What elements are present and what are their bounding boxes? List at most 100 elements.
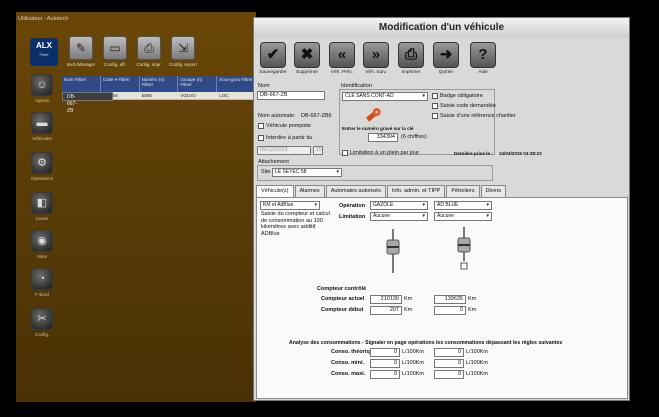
table-row[interactable]: DB-667-ZB bbox=[62, 92, 114, 114]
logo-text: ALX bbox=[36, 41, 52, 50]
grid-cell bbox=[95, 93, 103, 100]
tab-alarmes[interactable]: Alarmes bbox=[294, 185, 325, 197]
operation-2-value: AD BLUE bbox=[437, 202, 459, 208]
operation-1-select[interactable]: GAZOLE ▾ bbox=[370, 201, 428, 210]
tab-info-admin[interactable]: Info. admin. et TIPP bbox=[386, 185, 446, 197]
next-label: Véh. Suiv. bbox=[365, 70, 387, 75]
grid-header-cell[interactable]: Code ▾ Filtrer bbox=[101, 76, 140, 92]
key-hint: Entrer le numéro gravé sur la clé bbox=[342, 126, 414, 131]
delete-button[interactable]: ✖ Supprimer bbox=[290, 42, 324, 75]
grid-cell: LOC bbox=[219, 93, 229, 98]
km-unit: Km bbox=[468, 296, 477, 302]
compteur-actuel-2-input[interactable]: 139635 bbox=[434, 295, 466, 304]
operation-2-select[interactable]: AD BLUE ▾ bbox=[434, 201, 492, 210]
chevron-down-icon: ▾ bbox=[336, 169, 339, 175]
vehicule-pompiste-checkbox[interactable] bbox=[258, 123, 264, 129]
tab-vehicules[interactable]: Véhicule(s) bbox=[256, 185, 294, 197]
conso-theorique-2-input[interactable]: 0 bbox=[434, 348, 464, 357]
toolbar-invit-manager-button[interactable]: ✎ Invit./Manager bbox=[66, 36, 96, 76]
key-type-select[interactable]: CLE SANS CONT-AD ▾ bbox=[342, 92, 428, 101]
sidebar-item-vehicules[interactable]: ▬ Véhicules bbox=[28, 112, 56, 141]
km-unit: Km bbox=[404, 296, 413, 302]
sidebar-item-fbord[interactable]: ◔ F-Bord bbox=[28, 268, 56, 297]
saisie-code-checkbox[interactable] bbox=[432, 103, 438, 109]
unit-label: L/100Km bbox=[402, 349, 425, 355]
previous-vehicle-button[interactable]: « Véh. Préc. bbox=[325, 42, 359, 75]
tab-divers[interactable]: Divers bbox=[480, 185, 507, 197]
grid-header-cell[interactable]: Numéro (n) Filtrer bbox=[140, 76, 179, 92]
tab-petroliers[interactable]: Pétroliers bbox=[446, 185, 480, 197]
unit-label: L/100Km bbox=[466, 371, 489, 377]
conso-maxi-1-input[interactable]: 0 bbox=[370, 370, 400, 379]
sidebar-item-sites[interactable]: ◉ Sites bbox=[28, 230, 56, 259]
vehicle-edit-window: Modification d'un véhicule ✔ Sauvegarder… bbox=[253, 17, 630, 401]
sidebar-item-cuves[interactable]: ◧ Cuves bbox=[28, 192, 56, 221]
compteur-description: Saisie du compteur et calcul de consomma… bbox=[261, 211, 330, 237]
key-type-value: CLE SANS CONT-AD bbox=[345, 93, 394, 99]
help-label: Aide bbox=[478, 70, 488, 75]
key-suffix: (6 chiffres) bbox=[401, 134, 427, 140]
compteur-controle-2-toggle[interactable] bbox=[456, 226, 472, 272]
nom-input[interactable]: DB-667-ZB bbox=[257, 91, 325, 100]
derniere-prise-value: 24/04/2015 04:38:23 bbox=[499, 151, 542, 156]
chevron-down-icon: ▾ bbox=[314, 202, 317, 208]
globe-icon: ◉ bbox=[31, 230, 53, 252]
window-title: Modification d'un véhicule bbox=[254, 18, 629, 38]
interdire-checkbox[interactable] bbox=[258, 135, 264, 141]
interdire-label: Interdire à partir du bbox=[266, 135, 313, 141]
sidebar-item-operations[interactable]: ⚙ Opérations bbox=[28, 152, 56, 181]
saisie-ref-checkbox[interactable] bbox=[432, 113, 438, 119]
limitation-2-value: Aucune bbox=[437, 213, 454, 219]
printer-icon: ⎙ bbox=[398, 42, 424, 68]
interdire-date-input[interactable]: 09/12/2013 bbox=[257, 146, 311, 155]
compteur-debut-label: Compteur début bbox=[321, 307, 364, 313]
toolbar-config-impr-button[interactable]: ⎙ Config. impr. bbox=[134, 36, 164, 76]
print-button[interactable]: ⎙ Imprimer bbox=[394, 42, 428, 75]
compteur-debut-1-input[interactable]: 207 bbox=[370, 306, 402, 315]
grid-header-cell[interactable]: Nom Filtrer bbox=[62, 76, 101, 92]
compteur-type-select[interactable]: KM et AdBlue ▾ bbox=[260, 201, 320, 210]
chevron-down-icon: ▾ bbox=[486, 213, 489, 219]
badge-checkbox[interactable] bbox=[432, 93, 438, 99]
conso-mini-1-input[interactable]: 0 bbox=[370, 359, 400, 368]
toolbar-config-export-button[interactable]: ⇲ Config. export bbox=[168, 36, 198, 76]
export-icon: ⇲ bbox=[171, 36, 195, 60]
save-button[interactable]: ✔ Sauvegarder bbox=[256, 42, 290, 75]
app-logo: ALX Fleet bbox=[30, 38, 58, 66]
limitation-1-select[interactable]: Aucune ▾ bbox=[370, 212, 428, 221]
logo-subtext: Fleet bbox=[39, 52, 49, 57]
nom-automate-value: DB-667-ZB6 bbox=[301, 113, 332, 119]
background-app: Utilisateur : Autotech ALX Fleet ✎ Invit… bbox=[16, 12, 256, 402]
printer-icon: ⎙ bbox=[137, 36, 161, 60]
conso-theorique-1-input[interactable]: 0 bbox=[370, 348, 400, 357]
km-unit: Km bbox=[404, 307, 413, 313]
key-number-input[interactable]: 334304 bbox=[368, 133, 398, 142]
tank-icon: ◧ bbox=[31, 192, 53, 214]
conso-mini-label: Conso. mini. bbox=[331, 360, 364, 366]
derniere-prise-label: Dernière prise le : bbox=[454, 151, 493, 156]
next-vehicle-button[interactable]: » Véh. Suiv. bbox=[359, 42, 393, 75]
grid-header-cell[interactable]: Groupe (n) Filtrer bbox=[178, 76, 218, 92]
conso-maxi-label: Conso. maxi. bbox=[331, 371, 366, 377]
calendar-icon[interactable]: 15 bbox=[313, 146, 323, 155]
tab-automates[interactable]: Automates autorisés bbox=[325, 185, 386, 197]
sidebar-item-config[interactable]: ✂ Config. bbox=[28, 308, 56, 337]
help-button[interactable]: ? Aide bbox=[466, 42, 500, 75]
limitation-2-select[interactable]: Aucune ▾ bbox=[434, 212, 492, 221]
compteur-debut-2-input[interactable]: 0 bbox=[434, 306, 466, 315]
person-icon: ☺ bbox=[31, 74, 53, 96]
conso-maxi-2-input[interactable]: 0 bbox=[434, 370, 464, 379]
site-select[interactable]: LE SEYEC 58 ▾ bbox=[272, 168, 342, 177]
grid-header-cell[interactable]: Sous-grou Filtrer bbox=[217, 76, 256, 92]
sidebar-item-agents[interactable]: ☺ Agents bbox=[28, 74, 56, 103]
conso-mini-2-input[interactable]: 0 bbox=[434, 359, 464, 368]
toolbar-config-aff-button[interactable]: ▭ Config. aff. bbox=[100, 36, 130, 76]
vehicule-pompiste-label: Véhicule pompiste bbox=[266, 123, 311, 129]
compteur-controle-1-toggle[interactable] bbox=[385, 228, 401, 274]
compteur-actuel-1-input[interactable]: 210130 bbox=[370, 295, 402, 304]
limitation-checkbox[interactable] bbox=[342, 150, 348, 156]
quit-button[interactable]: ➜ Quitter bbox=[429, 42, 463, 75]
chevron-down-icon: ▾ bbox=[422, 93, 425, 99]
app-user-title: Utilisateur : Autotech bbox=[18, 16, 69, 22]
site-value: LE SEYEC 58 bbox=[275, 169, 307, 175]
